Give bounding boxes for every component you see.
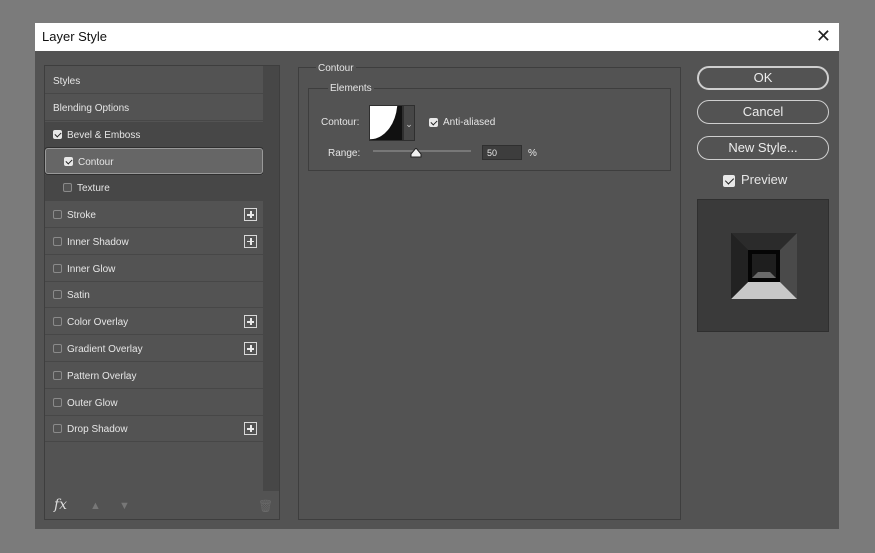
range-input[interactable]: 50 xyxy=(482,145,522,160)
add-effect-plus-icon[interactable] xyxy=(244,422,257,436)
fx-icon[interactable]: fx xyxy=(54,497,67,513)
sidebar-item-checkbox[interactable] xyxy=(53,129,62,139)
add-effect-plus-icon[interactable] xyxy=(244,315,257,329)
sidebar-item-label: Inner Shadow xyxy=(67,236,129,248)
sidebar-item-label: Drop Shadow xyxy=(67,424,128,436)
sidebar-item-label: Contour xyxy=(78,157,114,169)
styles-list-scrollbar[interactable] xyxy=(263,66,279,491)
add-effect-plus-icon[interactable] xyxy=(244,342,257,355)
add-effect-plus-icon[interactable] xyxy=(244,234,257,248)
sidebar-item-label: Inner Glow xyxy=(67,263,116,275)
sidebar-item-label: Texture xyxy=(77,183,110,195)
sidebar-item-texture[interactable]: Texture xyxy=(45,175,263,202)
cancel-button[interactable]: Cancel xyxy=(697,100,829,124)
style-preview xyxy=(697,199,829,332)
sidebar-item-satin[interactable]: Satin xyxy=(45,282,263,309)
sidebar-item-checkbox[interactable] xyxy=(64,157,73,167)
range-unit: % xyxy=(528,148,537,159)
sidebar-item-checkbox[interactable] xyxy=(63,183,72,193)
elements-group: Elements Contour: ⌄ Anti-aliased Range: … xyxy=(308,83,671,171)
anti-aliased-checkbox[interactable] xyxy=(429,118,438,127)
sidebar-item-checkbox[interactable] xyxy=(53,210,62,219)
dialog-title: Layer Style xyxy=(42,29,108,44)
title-bar: Layer Style ✕ xyxy=(35,23,839,51)
contour-thumbnail[interactable] xyxy=(369,105,403,141)
sidebar-item-label: Blending Options xyxy=(53,102,130,114)
sidebar-item-outer-glow[interactable]: Outer Glow xyxy=(45,390,263,416)
sidebar-item-styles[interactable]: Styles xyxy=(45,68,263,94)
sidebar-item-label: Stroke xyxy=(67,210,96,221)
sidebar-item-checkbox[interactable] xyxy=(53,290,62,300)
group-title: Elements xyxy=(328,83,374,94)
preview-thumbnail xyxy=(731,233,797,299)
styles-list-footer: fx ▲ ▼ 🗑 xyxy=(45,494,279,519)
preview-checkbox[interactable] xyxy=(723,175,735,187)
sidebar-item-label: Pattern Overlay xyxy=(67,370,137,382)
sidebar-item-color-overlay[interactable]: Color Overlay xyxy=(45,309,263,336)
sidebar-item-inner-glow[interactable]: Inner Glow xyxy=(45,256,263,282)
sidebar-item-label: Outer Glow xyxy=(67,397,118,409)
trash-icon[interactable]: 🗑 xyxy=(258,499,273,513)
sidebar-item-bevel-emboss[interactable]: Bevel & Emboss xyxy=(45,121,263,148)
sidebar-item-checkbox[interactable] xyxy=(53,236,62,246)
contour-label: Contour: xyxy=(321,117,360,128)
contour-section: Contour Elements Contour: ⌄ Anti-aliased… xyxy=(298,63,681,520)
arrow-down-icon[interactable]: ▼ xyxy=(119,500,130,512)
close-icon[interactable]: ✕ xyxy=(816,26,831,46)
sidebar-item-contour[interactable]: Contour xyxy=(45,148,263,175)
preview-label: Preview xyxy=(741,172,788,187)
layer-style-dialog: Layer Style ✕ Styles Blending Options Beve… xyxy=(35,23,839,529)
sidebar-item-checkbox[interactable] xyxy=(53,317,62,327)
ok-button[interactable]: OK xyxy=(697,66,829,90)
contour-curve-icon xyxy=(370,106,402,140)
contour-dropdown-chevron-icon[interactable]: ⌄ xyxy=(403,105,415,141)
arrow-up-icon[interactable]: ▲ xyxy=(90,500,101,512)
range-slider[interactable] xyxy=(373,148,471,158)
anti-aliased-label: Anti-aliased xyxy=(443,117,496,128)
new-style-button[interactable]: New Style... xyxy=(697,136,829,160)
sidebar-item-drop-shadow[interactable]: Drop Shadow xyxy=(45,416,263,443)
add-effect-plus-icon[interactable] xyxy=(244,208,257,221)
sidebar-item-checkbox[interactable] xyxy=(53,344,62,353)
sidebar-item-checkbox[interactable] xyxy=(53,424,62,434)
sidebar-item-inner-shadow[interactable]: Inner Shadow xyxy=(45,229,263,255)
range-label: Range: xyxy=(328,148,361,159)
sidebar-item-gradient-overlay[interactable]: Gradient Overlay xyxy=(45,336,263,362)
sidebar-item-label: Gradient Overlay xyxy=(67,344,143,355)
sidebar-item-checkbox[interactable] xyxy=(53,397,62,407)
section-title: Contour xyxy=(316,63,356,74)
sidebar-item-label: Styles xyxy=(53,76,81,87)
sidebar-item-label: Color Overlay xyxy=(67,317,129,329)
styles-list-panel: Styles Blending Options Bevel & Emboss Cont… xyxy=(44,65,280,520)
sidebar-item-stroke[interactable]: Stroke xyxy=(45,202,263,228)
sidebar-item-label: Satin xyxy=(67,290,90,302)
sidebar-item-label: Bevel & Emboss xyxy=(67,129,141,141)
sidebar-item-blending-options[interactable]: Blending Options xyxy=(45,95,263,121)
sidebar-item-checkbox[interactable] xyxy=(53,370,62,380)
sidebar-item-pattern-overlay[interactable]: Pattern Overlay xyxy=(45,363,263,389)
sidebar-item-checkbox[interactable] xyxy=(53,263,62,273)
